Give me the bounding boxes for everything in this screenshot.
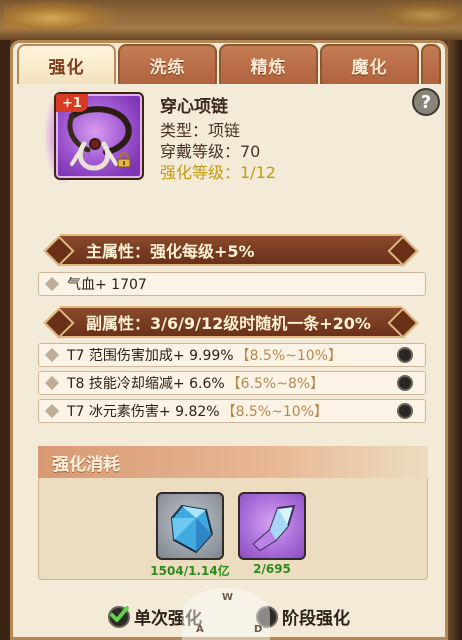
sub-stat-range: 【8.5%~10%】 [235,348,342,364]
blue-crystal-icon [170,504,214,554]
main-stat-text: 气血+ 1707 [67,277,147,293]
sub-stat-row: T7 范围伤害加成+ 9.99% 【8.5%~10%】 [38,343,426,367]
joystick-overlay[interactable]: W A D [182,588,270,640]
item-enhance-level: 强化等级：1/12 [160,163,276,182]
main-attr-value: 强化每级+5% [150,242,255,261]
sub-stat-text: T7 范围伤害加成+ 9.99% [67,348,234,364]
side-border-right [448,40,462,640]
sub-stat-text: T8 技能冷却缩减+ 6.6% [67,376,225,392]
tab-reforge[interactable]: 洗练 [118,44,217,84]
joystick-key-a: A [196,624,204,635]
diamond-icon [44,403,60,419]
main-attr-ribbon: 主属性： 强化每级+5% [43,234,419,267]
joystick-key-d: D [254,624,263,635]
tab-enchant[interactable]: 魔化 [320,44,419,84]
ornament-left [4,0,124,30]
sub-stat-row: T7 冰元素伤害+ 9.82% 【8.5%~10%】 [38,399,426,423]
tab-refine[interactable]: 精炼 [219,44,318,84]
lock-icon [117,152,131,168]
checkbox-checked-icon[interactable] [108,605,130,628]
joystick-key-w: W [222,592,234,603]
sub-stat-text: T7 冰元素伤害+ 9.82% [67,404,220,420]
enhance-level-badge: +1 [56,94,88,112]
side-border-left [0,40,10,640]
help-button[interactable]: ? [412,88,440,116]
tab-enhance[interactable]: 强化 [17,44,116,84]
material-slot-purple[interactable] [238,492,306,560]
cost-title: 强化消耗 [38,446,428,478]
material-count-purple: 2/695 [253,562,291,576]
tab-overflow [421,44,441,84]
ornament-right [372,0,462,30]
sub-attr-value: 3/6/9/12级时随机一条+20% [150,314,371,333]
tab-bar: 强化 洗练 精炼 魔化 [17,44,441,84]
lock-toggle[interactable] [397,403,413,419]
lock-toggle[interactable] [397,347,413,363]
main-stat-row: 气血+ 1707 [38,272,426,296]
sub-attr-title: 副属性： [86,314,151,333]
stage-enhance-label: 阶段强化 [282,609,350,629]
diamond-icon [44,347,60,363]
sub-stat-range: 【6.5%~8%】 [226,376,325,392]
item-name: 穿心项链 [160,97,228,117]
sub-stat-row: T8 技能冷却缩减+ 6.6% 【6.5%~8%】 [38,371,426,395]
sub-attr-ribbon: 副属性： 3/6/9/12级时随机一条+20% [43,306,419,339]
material-count-blue: 1504/1.14亿 [150,564,230,578]
diamond-icon [44,276,60,292]
main-attr-title: 主属性： [86,242,151,261]
sub-stat-range: 【8.5%~10%】 [221,404,328,420]
lock-toggle[interactable] [397,375,413,391]
material-slot-blue[interactable] [156,492,224,560]
purple-crystal-icon [252,504,296,552]
diamond-icon [44,375,60,391]
stage-enhance-option[interactable]: 阶段强化 [256,604,350,629]
